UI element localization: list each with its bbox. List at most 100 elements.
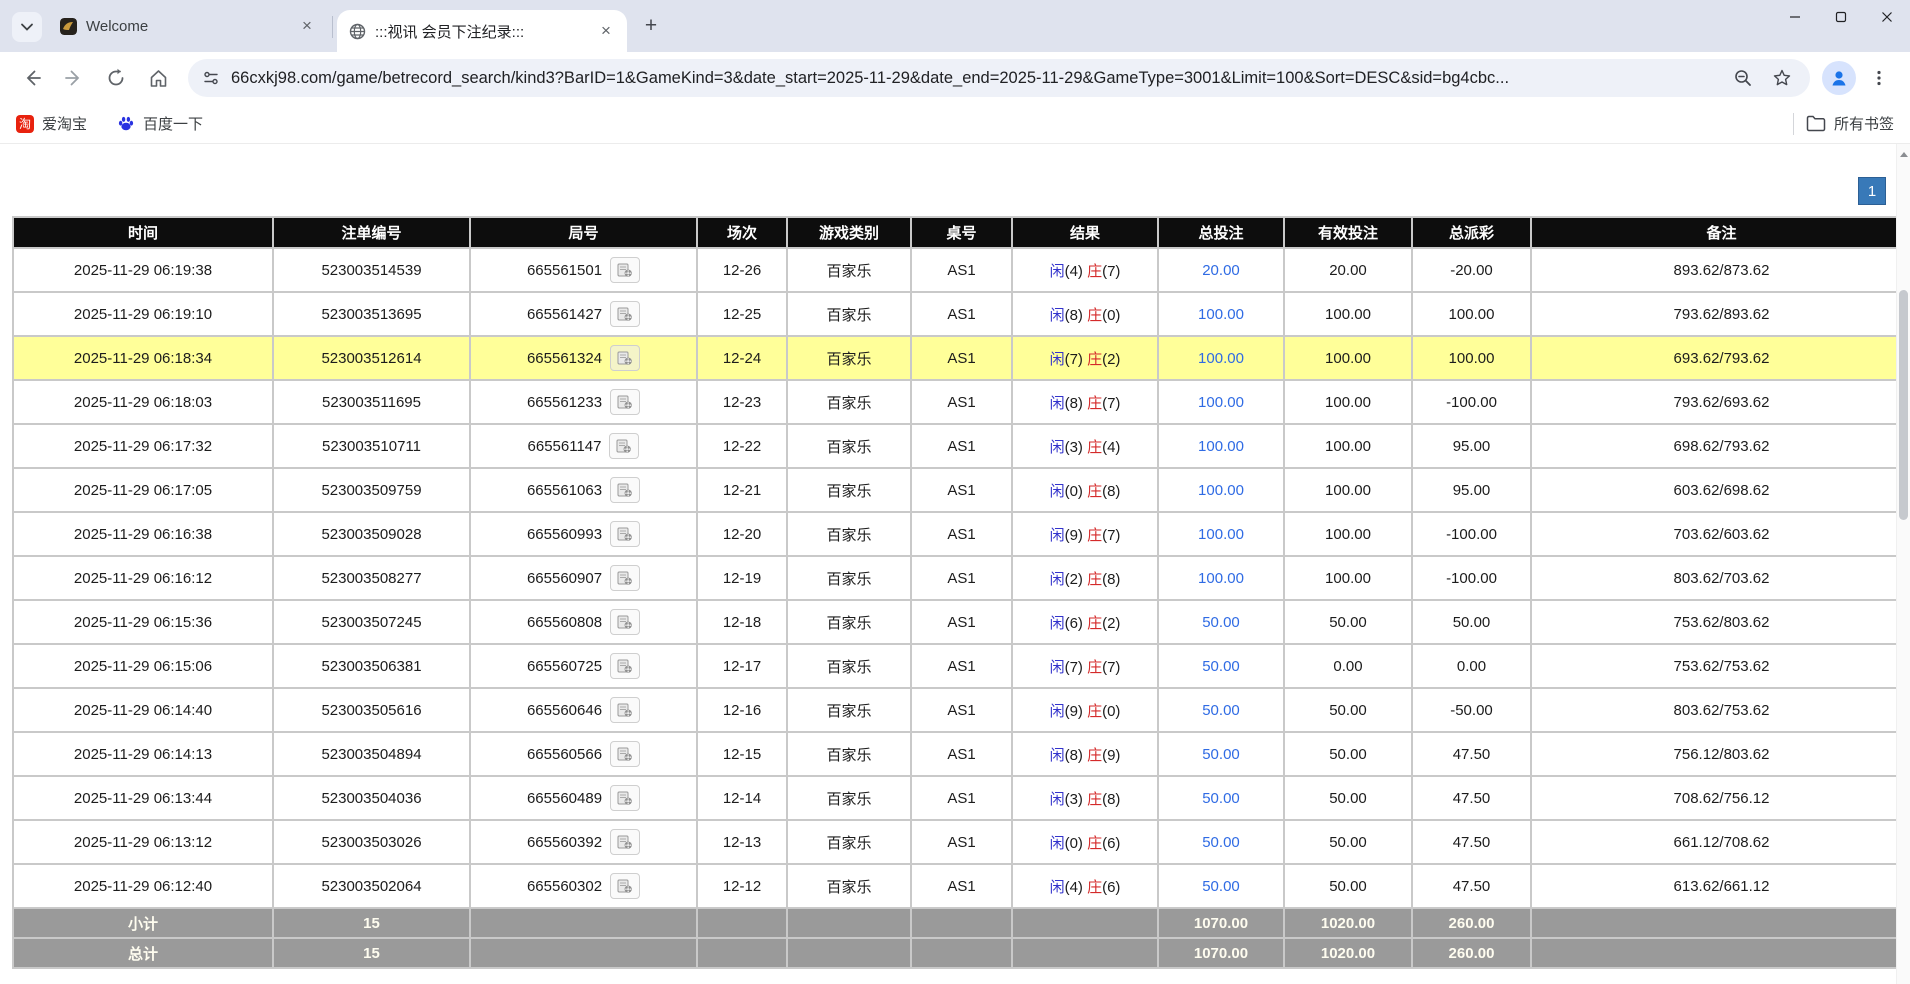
total-bet-link[interactable]: 20.00 [1202, 262, 1240, 279]
address-bar[interactable]: 66cxkj98.com/game/betrecord_search/kind3… [188, 59, 1810, 97]
round-id-text: 665561147 [528, 438, 602, 455]
table-row[interactable]: 2025-11-29 06:13:12523003503026665560392… [14, 821, 1910, 863]
cell-result: 闲(4) 庄(6) [1013, 865, 1157, 907]
cell-total-bet[interactable]: 50.00 [1159, 821, 1283, 863]
table-row[interactable]: 2025-11-29 06:18:03523003511695665561233… [14, 381, 1910, 423]
forward-button[interactable] [56, 60, 92, 96]
video-replay-button[interactable] [610, 829, 640, 855]
total-bet-link[interactable]: 100.00 [1198, 438, 1244, 455]
home-button[interactable] [140, 60, 176, 96]
tab-close-icon[interactable]: × [595, 20, 617, 42]
cell-valid-bet: 50.00 [1285, 821, 1411, 863]
video-replay-button[interactable] [610, 785, 640, 811]
total-bet-link[interactable]: 100.00 [1198, 526, 1244, 543]
total-bet-link[interactable]: 100.00 [1198, 350, 1244, 367]
table-row[interactable]: 2025-11-29 06:14:13523003504894665560566… [14, 733, 1910, 775]
cell-total-bet[interactable]: 100.00 [1159, 293, 1283, 335]
video-replay-button[interactable] [610, 697, 640, 723]
cell-remark: 793.62/693.62 [1532, 381, 1910, 423]
video-replay-button[interactable] [610, 257, 640, 283]
cell-total-bet[interactable]: 50.00 [1159, 601, 1283, 643]
tab-welcome[interactable]: Welcome × [48, 7, 328, 45]
total-bet-link[interactable]: 50.00 [1202, 614, 1240, 631]
cell-total-bet[interactable]: 50.00 [1159, 645, 1283, 687]
table-row[interactable]: 2025-11-29 06:14:40523003505616665560646… [14, 689, 1910, 731]
total-bet-link[interactable]: 100.00 [1198, 394, 1244, 411]
total-bet-link[interactable]: 100.00 [1198, 306, 1244, 323]
cell-game-type: 百家乐 [788, 821, 910, 863]
round-id-text: 665560392 [527, 834, 602, 851]
table-row[interactable]: 2025-11-29 06:15:06523003506381665560725… [14, 645, 1910, 687]
video-replay-button[interactable] [610, 609, 640, 635]
all-bookmarks-button[interactable]: 所有书签 [1806, 113, 1894, 134]
total-bet-link[interactable]: 50.00 [1202, 878, 1240, 895]
table-row[interactable]: 2025-11-29 06:13:44523003504036665560489… [14, 777, 1910, 819]
cell-valid-bet: 50.00 [1285, 733, 1411, 775]
reload-button[interactable] [98, 60, 134, 96]
table-row[interactable]: 2025-11-29 06:18:34523003512614665561324… [14, 337, 1910, 379]
table-row[interactable]: 2025-11-29 06:19:38523003514539665561501… [14, 249, 1910, 291]
minimize-button[interactable] [1772, 0, 1818, 34]
tab-close-icon[interactable]: × [296, 15, 318, 37]
maximize-button[interactable] [1818, 0, 1864, 34]
browser-menu-button[interactable] [1862, 61, 1896, 95]
zoom-level-button[interactable] [1729, 64, 1757, 92]
pagination-page-1-button[interactable]: 1 [1858, 177, 1886, 205]
cell-time: 2025-11-29 06:17:05 [14, 469, 272, 511]
cell-total-bet[interactable]: 50.00 [1159, 865, 1283, 907]
cell-total-bet[interactable]: 50.00 [1159, 733, 1283, 775]
url-text[interactable]: 66cxkj98.com/game/betrecord_search/kind3… [231, 69, 1718, 88]
video-replay-button[interactable] [609, 433, 639, 459]
video-replay-button[interactable] [610, 741, 640, 767]
new-tab-button[interactable]: + [637, 12, 665, 40]
site-info-icon[interactable] [202, 69, 220, 87]
bookmark-taobao[interactable]: 淘 爱淘宝 [16, 113, 87, 134]
cell-total-bet[interactable]: 100.00 [1159, 425, 1283, 467]
cell-valid-bet: 20.00 [1285, 249, 1411, 291]
table-row[interactable]: 2025-11-29 06:15:36523003507245665560808… [14, 601, 1910, 643]
cell-total-bet[interactable]: 100.00 [1159, 381, 1283, 423]
video-replay-button[interactable] [610, 565, 640, 591]
cell-table-no: AS1 [912, 645, 1011, 687]
total-bet-link[interactable]: 50.00 [1202, 834, 1240, 851]
result-banker: 庄 [1087, 703, 1102, 720]
cell-round-id: 665561427 [471, 293, 696, 335]
video-replay-button[interactable] [610, 389, 640, 415]
total-bet-link[interactable]: 50.00 [1202, 658, 1240, 675]
table-row[interactable]: 2025-11-29 06:17:32523003510711665561147… [14, 425, 1910, 467]
total-bet-link[interactable]: 100.00 [1198, 570, 1244, 587]
video-replay-button[interactable] [610, 521, 640, 547]
total-bet-link[interactable]: 50.00 [1202, 790, 1240, 807]
total-bet-link[interactable]: 100.00 [1198, 482, 1244, 499]
video-replay-button[interactable] [610, 653, 640, 679]
total-bet-link[interactable]: 50.00 [1202, 746, 1240, 763]
video-replay-button[interactable] [610, 873, 640, 899]
tab-search-button[interactable] [12, 12, 42, 42]
scrollbar-thumb[interactable] [1899, 290, 1908, 520]
table-row[interactable]: 2025-11-29 06:17:05523003509759665561063… [14, 469, 1910, 511]
total-bet-link[interactable]: 50.00 [1202, 702, 1240, 719]
table-row[interactable]: 2025-11-29 06:12:40523003502064665560302… [14, 865, 1910, 907]
cell-total-bet[interactable]: 50.00 [1159, 689, 1283, 731]
video-replay-button[interactable] [610, 301, 640, 327]
result-player: 闲 [1050, 747, 1065, 764]
video-replay-button[interactable] [610, 477, 640, 503]
vertical-scrollbar[interactable] [1896, 144, 1910, 984]
cell-total-bet[interactable]: 100.00 [1159, 337, 1283, 379]
tab-bet-record[interactable]: :::视讯 会员下注纪录::: × [337, 10, 627, 52]
back-button[interactable] [14, 60, 50, 96]
close-window-button[interactable] [1864, 0, 1910, 34]
table-row[interactable]: 2025-11-29 06:16:38523003509028665560993… [14, 513, 1910, 555]
cell-total-bet[interactable]: 50.00 [1159, 777, 1283, 819]
bookmark-this-page-button[interactable] [1768, 64, 1796, 92]
cell-total-bet[interactable]: 100.00 [1159, 557, 1283, 599]
bookmark-baidu[interactable]: 百度一下 [117, 113, 203, 134]
cell-total-bet[interactable]: 100.00 [1159, 513, 1283, 555]
profile-avatar[interactable] [1822, 61, 1856, 95]
scrollbar-up-arrow-icon[interactable] [1897, 146, 1910, 162]
video-replay-button[interactable] [610, 345, 640, 371]
cell-total-bet[interactable]: 20.00 [1159, 249, 1283, 291]
table-row[interactable]: 2025-11-29 06:19:10523003513695665561427… [14, 293, 1910, 335]
table-row[interactable]: 2025-11-29 06:16:12523003508277665560907… [14, 557, 1910, 599]
cell-total-bet[interactable]: 100.00 [1159, 469, 1283, 511]
